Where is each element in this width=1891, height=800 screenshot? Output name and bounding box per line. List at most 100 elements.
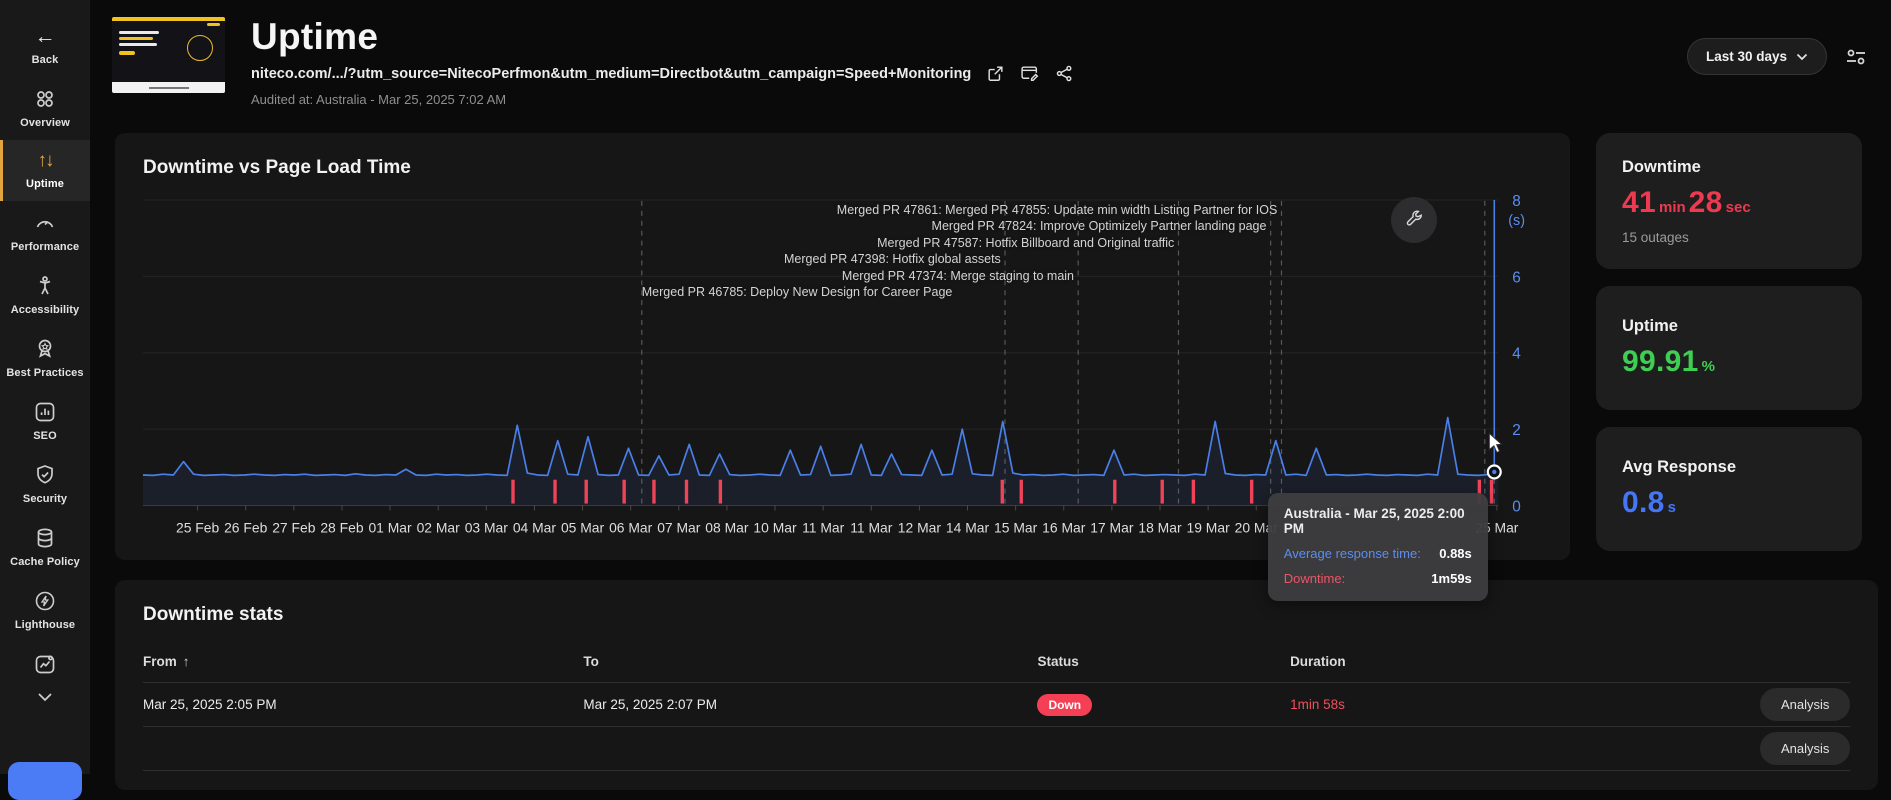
sidebar-item-seo[interactable]: SEO	[0, 390, 90, 453]
external-link-icon[interactable]	[986, 64, 1005, 83]
stat-cards: Downtime 41 min 28 sec 15 outages Uptime 99…	[1596, 133, 1862, 560]
chart-tools-button[interactable]	[1390, 197, 1437, 243]
svg-text:4: 4	[1512, 346, 1521, 363]
svg-text:03 Mar: 03 Mar	[465, 519, 509, 535]
site-thumbnail	[112, 17, 225, 93]
cell-status: Down	[1037, 693, 1290, 716]
person-icon	[39, 276, 51, 295]
downtime-vs-load-chart[interactable]: 25 Feb 26 Feb 27 Feb 28 Feb 01 Mar 02 Mar 03 M…	[143, 193, 1542, 601]
svg-text:01 Mar: 01 Mar	[368, 519, 412, 535]
column-header-from[interactable]: From ↑	[143, 654, 583, 669]
svg-text:25 Feb: 25 Feb	[176, 519, 219, 535]
chart-title: Downtime vs Page Load Time	[143, 157, 411, 178]
back-arrow-icon: ←	[34, 25, 56, 48]
sidebar-item-best-practices[interactable]: Best Practices	[0, 327, 90, 390]
page-header: Uptime niteco.com/.../?utm_source=Niteco…	[90, 0, 1891, 112]
sidebar-item-performance[interactable]: Performance	[0, 201, 90, 264]
outages-count: 15 outages	[1622, 229, 1689, 245]
status-badge: Down	[1037, 693, 1093, 716]
date-range-dropdown[interactable]: Last 30 days	[1686, 38, 1827, 75]
card-title: Uptime	[1622, 317, 1678, 335]
sidebar-item-uptime[interactable]: ↑↓ Uptime	[0, 140, 90, 201]
shield-check-icon	[37, 465, 53, 484]
svg-text:19 Mar: 19 Mar	[1187, 519, 1231, 535]
tooltip-response-value: 0.88s	[1439, 546, 1472, 561]
medal-icon	[38, 339, 52, 358]
card-title: Avg Response	[1622, 458, 1737, 476]
avg-response-card: Avg Response 0.8 s	[1596, 427, 1862, 551]
sidebar-item-lighthouse[interactable]: Lighthouse	[0, 579, 90, 642]
svg-text:15 Mar: 15 Mar	[994, 519, 1038, 535]
table-row: Mar 25, 2025 2:05 PM Mar 25, 2025 2:07 PM…	[143, 683, 1851, 728]
stats-title: Downtime stats	[143, 604, 284, 626]
sidebar-item-cache-policy[interactable]: Cache Policy	[0, 516, 90, 579]
sidebar-expand-chevron[interactable]	[37, 687, 53, 709]
svg-text:05 Mar: 05 Mar	[561, 519, 605, 535]
column-header-status[interactable]: Status	[1037, 654, 1290, 669]
table-header: From ↑ To Status Duration	[143, 654, 1850, 684]
browser-edit-icon[interactable]	[1020, 64, 1040, 83]
audited-at-text: Audited at: Australia - Mar 25, 2025 7:0…	[251, 92, 507, 107]
uptime-value: 99.91%	[1622, 345, 1715, 378]
audited-url-link[interactable]: niteco.com/.../?utm_source=NitecoPerfmon…	[251, 66, 971, 82]
downtime-chart-panel: Downtime vs Page Load Time 25 Feb 26 Feb 2…	[115, 133, 1570, 601]
sliders-icon	[1847, 49, 1865, 64]
sidebar-back-button[interactable]: ← Back	[0, 16, 90, 77]
cell-duration: 1min 58s	[1290, 697, 1345, 713]
date-range-label: Last 30 days	[1705, 49, 1787, 64]
wrench-icon	[1406, 210, 1422, 226]
up-down-arrows-icon: ↑↓	[37, 150, 55, 171]
sidebar-item-monitoring[interactable]	[0, 642, 90, 687]
column-header-to[interactable]: To	[583, 654, 1037, 669]
content-area: Downtime vs Page Load Time 25 Feb 26 Feb 2…	[90, 112, 1891, 791]
sidebar-item-label: SEO	[33, 430, 57, 442]
column-header-duration[interactable]: Duration	[1290, 654, 1760, 669]
chart-svg: 25 Feb 26 Feb 27 Feb 28 Feb 01 Mar 02 Mar 03 M…	[143, 193, 1525, 535]
svg-text:10 Mar: 10 Mar	[753, 519, 797, 535]
bar-chart-icon	[35, 402, 55, 422]
svg-text:17 Mar: 17 Mar	[1090, 519, 1134, 535]
svg-text:2: 2	[1512, 422, 1521, 439]
filter-sliders-button[interactable]	[1845, 47, 1867, 67]
downtime-card: Downtime 41 min 28 sec 15 outages	[1596, 133, 1862, 269]
svg-text:(s): (s)	[1508, 213, 1525, 229]
sidebar-item-label: Lighthouse	[14, 619, 76, 631]
downtime-stats-panel: Downtime stats From ↑ To Status Duration …	[115, 580, 1878, 791]
sidebar-item-label: Performance	[10, 241, 80, 253]
svg-text:6: 6	[1512, 269, 1521, 286]
trend-chart-icon	[35, 655, 55, 674]
chevron-down-icon	[1796, 53, 1808, 60]
share-icon[interactable]	[1055, 64, 1074, 83]
sidebar: ← Back Overview ↑↓ Uptime Performance Ac…	[0, 0, 90, 800]
tooltip-response-label: Average response time:	[1283, 546, 1421, 561]
gauge-icon	[36, 221, 54, 228]
sidebar-item-label: Accessibility	[10, 304, 80, 316]
cell-from: Mar 25, 2025 2:05 PM	[143, 697, 277, 713]
svg-text:04 Mar: 04 Mar	[513, 519, 557, 535]
analysis-button[interactable]: Analysis	[1760, 688, 1851, 722]
sort-ascending-icon: ↑	[182, 654, 190, 670]
sidebar-item-overview[interactable]: Overview	[0, 77, 90, 140]
sidebar-bottom-button[interactable]	[8, 762, 82, 800]
table-row: Analysis	[143, 727, 1851, 772]
lightning-circle-icon	[35, 591, 55, 611]
svg-text:07 Mar: 07 Mar	[657, 519, 701, 535]
analysis-button[interactable]: Analysis	[1760, 732, 1851, 766]
svg-text:16 Mar: 16 Mar	[1042, 519, 1086, 535]
sidebar-item-accessibility[interactable]: Accessibility	[0, 264, 90, 327]
sidebar-item-security[interactable]: Security	[0, 453, 90, 516]
cell-to: Mar 25, 2025 2:07 PM	[583, 697, 717, 713]
sidebar-back-label: Back	[31, 54, 59, 66]
sidebar-item-label: Overview	[20, 117, 70, 129]
svg-text:11 Mar: 11 Mar	[850, 519, 893, 535]
svg-text:06 Mar: 06 Mar	[609, 519, 653, 535]
database-icon	[37, 528, 53, 548]
main-area: Uptime niteco.com/.../?utm_source=Niteco…	[90, 0, 1891, 791]
svg-text:25 Mar: 25 Mar	[1475, 519, 1519, 535]
table-body: Mar 25, 2025 2:05 PM Mar 25, 2025 2:07 PM…	[143, 683, 1851, 772]
svg-text:28 Feb: 28 Feb	[320, 519, 363, 535]
uptime-card: Uptime 99.91%	[1596, 286, 1862, 410]
svg-text:20 Mar: 20 Mar	[1235, 519, 1279, 535]
svg-text:27 Feb: 27 Feb	[272, 519, 315, 535]
page-title: Uptime	[251, 16, 379, 57]
